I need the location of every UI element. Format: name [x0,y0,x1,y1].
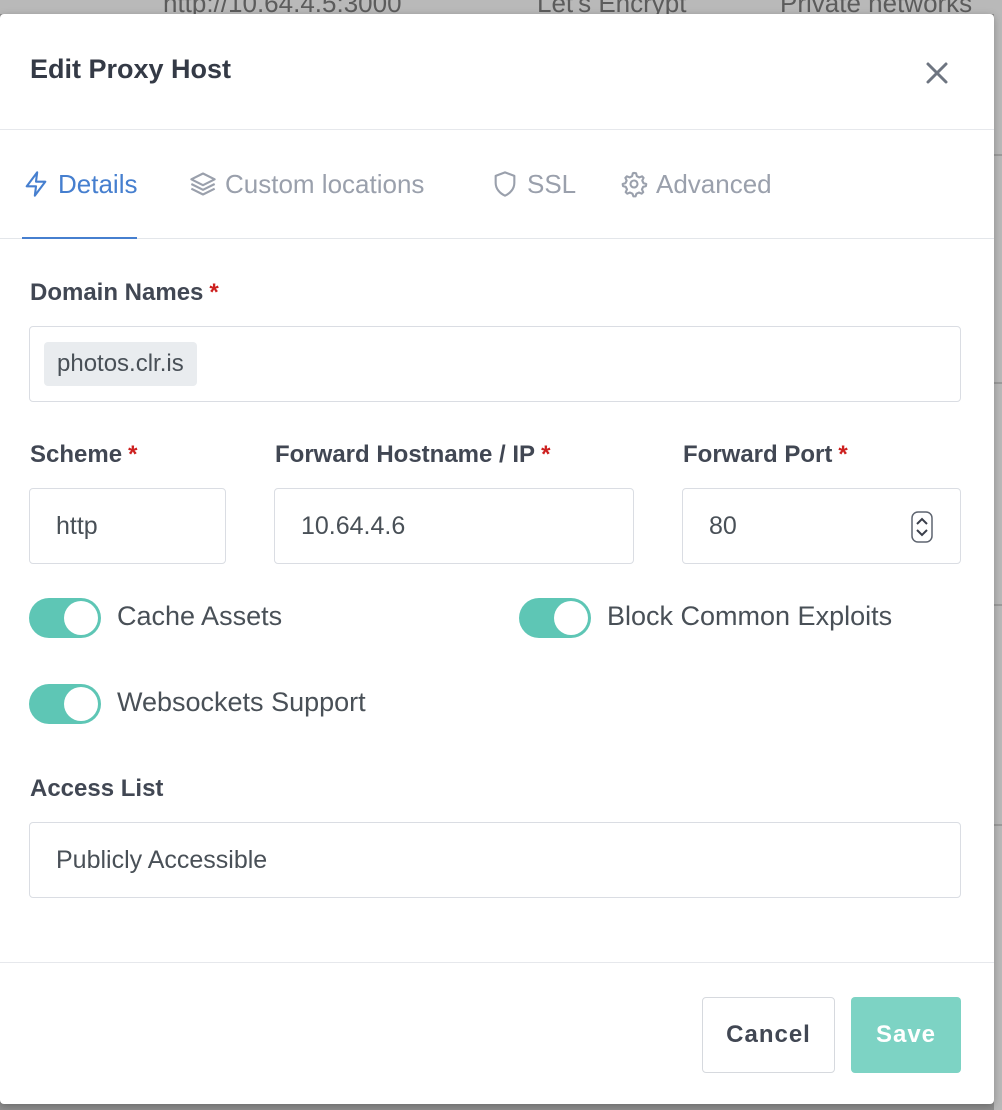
tab-advanced-label: Advanced [656,168,772,199]
shield-icon [491,170,519,198]
required-mark: * [209,279,219,306]
forward-hostname-value: 10.64.4.6 [301,511,406,540]
required-mark: * [838,441,848,468]
background-table-row: http://10.64.4.5:3000 Let's Encrypt Priv… [0,0,1002,14]
lightning-icon [22,170,50,198]
edit-proxy-host-modal: Edit Proxy Host Details Custom locations… [0,14,994,1104]
toggle-knob [554,601,588,635]
scheme-value: http [56,511,98,540]
websockets-toggle[interactable] [29,684,101,724]
toggle-knob [64,687,98,721]
modal-footer: Cancel Save [0,962,994,1104]
modal-title: Edit Proxy Host [30,54,232,84]
number-stepper-icon[interactable] [911,511,933,543]
save-button[interactable]: Save [851,997,961,1073]
forward-port-value: 80 [709,511,737,540]
cancel-button[interactable]: Cancel [702,997,835,1073]
domain-names-input[interactable]: photos.clr.is [29,326,961,402]
block-exploits-label: Block Common Exploits [607,601,893,631]
background-ssl: Let's Encrypt [537,0,686,14]
block-exploits-toggle[interactable] [519,598,591,638]
gear-icon [620,170,648,198]
forward-port-label: Forward Port * [683,441,848,468]
background-access: Private networks [780,0,972,14]
tab-custom-locations-label: Custom locations [225,168,425,199]
tab-ssl-label: SSL [527,168,577,199]
access-list-value: Publicly Accessible [56,845,268,874]
toggle-knob [64,601,98,635]
tab-bar: Details Custom locations SSL Advanced [0,130,994,239]
close-icon [926,62,948,84]
tab-custom-locations[interactable]: Custom locations [189,130,424,238]
tab-advanced[interactable]: Advanced [620,130,772,238]
access-list-select[interactable]: Publicly Accessible [29,822,961,898]
layers-icon [189,170,217,198]
access-list-label: Access List [30,775,164,802]
websockets-label: Websockets Support [117,687,366,717]
forward-hostname-input[interactable]: 10.64.4.6 [274,488,634,564]
forward-hostname-label: Forward Hostname / IP * [275,441,551,468]
scheme-label: Scheme * [30,441,138,468]
background-destination: http://10.64.4.5:3000 [163,0,402,14]
scheme-select[interactable]: http [29,488,226,564]
modal-header: Edit Proxy Host [0,14,994,130]
cache-assets-toggle[interactable] [29,598,101,638]
required-mark: * [128,441,138,468]
background-page-edge [994,14,1002,1110]
forward-port-input[interactable]: 80 [682,488,961,564]
tab-ssl[interactable]: SSL [491,130,576,238]
domain-names-label: Domain Names * [30,279,219,306]
tab-details[interactable]: Details [22,130,138,239]
tab-details-label: Details [58,168,138,199]
domain-chip[interactable]: photos.clr.is [44,342,197,386]
cache-assets-label: Cache Assets [117,601,283,631]
required-mark: * [541,441,551,468]
close-button[interactable] [918,54,956,92]
